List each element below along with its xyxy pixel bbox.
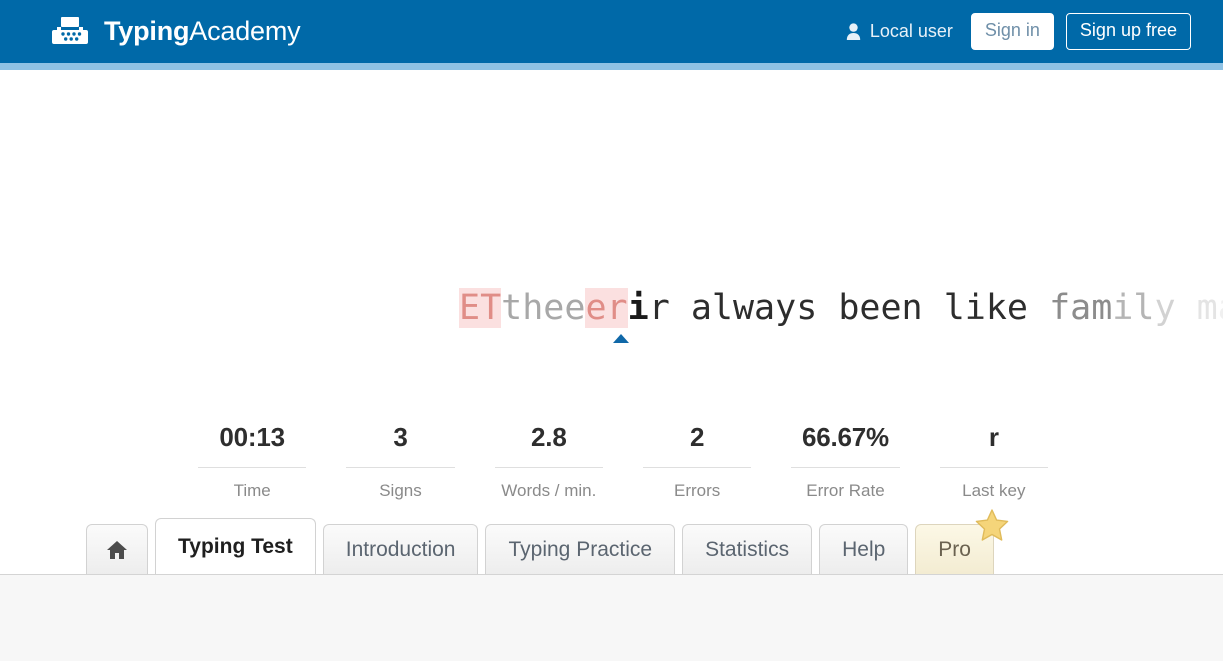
tab-introduction[interactable]: Introduction (322, 524, 479, 574)
star-icon (974, 508, 1010, 543)
typing-segment-todo: r always been like (648, 288, 1050, 328)
header-accent-stripe (0, 63, 1223, 70)
typing-text-line: ETtheeerir always been like family ma (459, 282, 1223, 334)
sign-up-button[interactable]: Sign up free (1065, 13, 1191, 50)
stat-value: r (988, 422, 999, 452)
stat-value: 66.67% (801, 422, 889, 452)
typing-segment-fade4: m (1175, 288, 1218, 328)
tab-pro[interactable]: Pro (915, 509, 1009, 574)
tab-home[interactable] (86, 524, 148, 574)
typing-segment-done: thee (501, 288, 586, 328)
brand-title-light: Academy (189, 16, 301, 46)
tab-label: Help (842, 537, 886, 561)
home-icon (106, 540, 128, 560)
tab-label: Pro (938, 537, 971, 561)
brand-title: TypingAcademy (104, 16, 301, 46)
stat-label: Error Rate (806, 481, 885, 501)
stat-label: Last key (962, 481, 1026, 501)
stat-signs: 3 Signs (326, 422, 474, 502)
sign-in-button[interactable]: Sign in (970, 13, 1054, 50)
typing-segment-error: er (585, 288, 628, 328)
stat-label: Words / min. (501, 481, 597, 501)
stat-time: 00:13 Time (178, 422, 326, 502)
content-area-below-tabs (0, 575, 1223, 661)
typing-segment-fade1: fam (1049, 288, 1113, 328)
tab-label: Typing Practice (508, 537, 653, 561)
stat-words-min: 2.8 Words / min. (475, 422, 623, 502)
stat-label: Signs (379, 481, 422, 501)
brand-title-strong: Typing (104, 16, 190, 46)
tab-label: Typing Test (178, 534, 293, 558)
tab-label: Introduction (345, 537, 456, 561)
stat-value: 2 (690, 422, 705, 452)
typing-segment-fade2: il (1112, 288, 1155, 328)
typing-segment-fade3: y (1154, 288, 1176, 328)
caret-triangle-icon (613, 334, 629, 343)
current-user-label: Local user (869, 20, 953, 41)
tab-statistics[interactable]: Statistics (682, 524, 813, 574)
stat-error-rate: 66.67% Error Rate (771, 422, 919, 502)
current-user[interactable]: Local user (846, 21, 953, 42)
typing-text-area[interactable]: ETtheeerir always been like family ma (0, 282, 1223, 344)
stat-label: Time (233, 481, 271, 501)
tab-bar: Typing Test Introduction Typing Practice St… (0, 509, 1223, 575)
tab-help[interactable]: Help (819, 524, 909, 574)
header-actions: Local user Sign in Sign up free (846, 13, 1191, 50)
stat-errors: 2 Errors (623, 422, 771, 502)
stat-value: 3 (393, 422, 408, 452)
stat-label: Errors (674, 481, 721, 501)
typewriter-icon (50, 15, 90, 49)
tab-typing-test[interactable]: Typing Test (155, 518, 316, 574)
stats-row: 00:13 Time 3 Signs 2.8 Words / min. 2 Errors 66.… (178, 422, 1068, 502)
tab-typing-practice[interactable]: Typing Practice (485, 524, 676, 574)
stat-last-key: r Last key (920, 422, 1068, 502)
tab-label: Statistics (705, 537, 790, 561)
typing-segment-current: i (627, 288, 649, 328)
brand-logo-link[interactable]: TypingAcademy (50, 15, 301, 49)
typing-segment-error: ET (459, 288, 502, 328)
typing-test-main: ETtheeerir always been like family ma 00… (0, 70, 1223, 575)
site-header: TypingAcademy Local user Sign in Sign up… (0, 0, 1223, 63)
typing-segment-fade5: a (1218, 288, 1223, 328)
stat-value: 2.8 (531, 422, 567, 452)
person-icon (846, 23, 861, 40)
stat-value: 00:13 (219, 422, 285, 452)
